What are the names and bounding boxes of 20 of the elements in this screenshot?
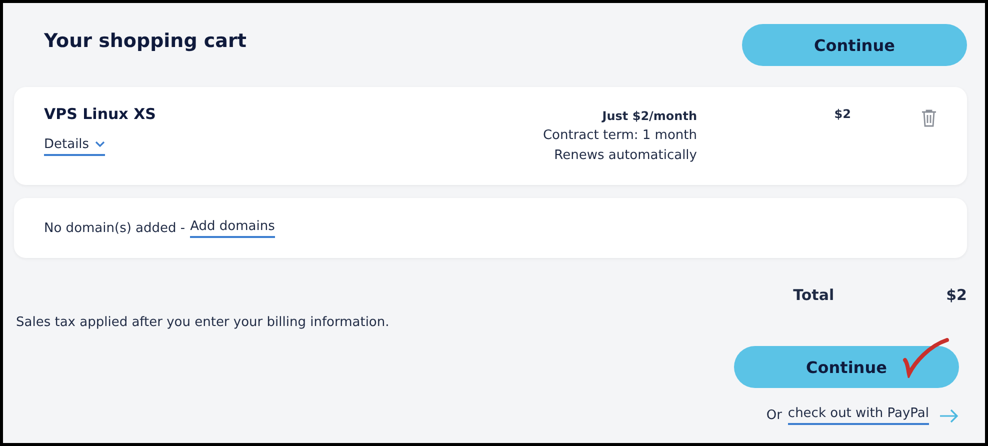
- paypal-link[interactable]: check out with PayPal: [788, 406, 929, 425]
- page-title: Your shopping cart: [44, 30, 246, 52]
- continue-button[interactable]: Continue: [742, 24, 967, 66]
- total-label: Total: [793, 286, 834, 304]
- chevron-down-icon[interactable]: [95, 141, 106, 148]
- tax-note: Sales tax applied after you enter your billing information.: [16, 315, 390, 330]
- domains-text: No domain(s) added -: [44, 220, 186, 236]
- price-info: Contract term: 1 month: [542, 127, 697, 145]
- continue-button[interactable]: Continue: [734, 346, 959, 388]
- item-price: $2: [833, 107, 852, 123]
- product-name: VPS Linux XS: [44, 105, 157, 123]
- paypal-prefix: Or: [766, 408, 782, 423]
- details-link[interactable]: Details: [44, 137, 106, 156]
- price-info: Renews automatically: [553, 147, 697, 165]
- arrow-right-icon[interactable]: [939, 408, 959, 422]
- total-value: $2: [946, 286, 967, 304]
- price-info: Just $2/month: [600, 108, 697, 125]
- add-domains-link[interactable]: Add domains: [190, 218, 275, 238]
- check-mark-drawing: [901, 338, 951, 378]
- trash-icon[interactable]: [921, 109, 937, 127]
